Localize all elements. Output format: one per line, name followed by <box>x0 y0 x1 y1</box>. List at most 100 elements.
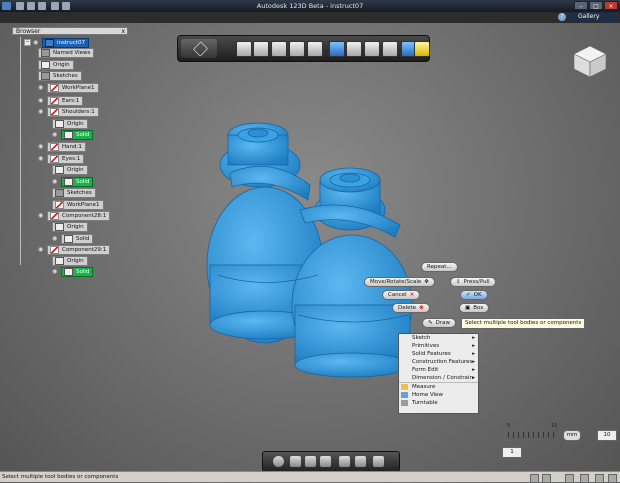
press-pull-button[interactable]: ⇪ Press/Pull <box>450 277 496 287</box>
tree-node[interactable]: Solid <box>61 129 94 140</box>
3d-model-viewport[interactable] <box>190 115 420 380</box>
tree-node[interactable]: Solid <box>61 266 94 277</box>
grid-size-input[interactable]: 10 <box>597 430 617 441</box>
material-icon[interactable] <box>414 41 430 57</box>
combine-icon[interactable] <box>364 41 380 57</box>
context-menu-item[interactable]: Dimension / Constrain ▸ <box>399 374 478 382</box>
visibility-eye-icon[interactable]: ◉ <box>52 235 59 242</box>
tree-row[interactable]: ◉ Component28:1 <box>38 210 111 221</box>
app-logo-icon[interactable] <box>181 39 217 58</box>
tree-row[interactable]: Origin <box>52 164 88 175</box>
context-menu-item[interactable]: Primitives ▸ <box>399 342 478 350</box>
orbit-icon[interactable] <box>305 456 316 467</box>
browser-close-icon[interactable]: x <box>121 28 125 36</box>
context-menu-item[interactable]: Home View <box>399 391 478 399</box>
visibility-eye-icon[interactable]: ◉ <box>52 178 59 185</box>
tree-node[interactable]: Eyes:1 <box>47 153 85 164</box>
context-menu-item[interactable]: Solid Features ▸ <box>399 350 478 358</box>
cancel-button[interactable]: Cancel ✕ <box>382 290 421 300</box>
tree-node[interactable]: instruct07 <box>42 37 89 48</box>
primitive-box-icon[interactable] <box>253 41 269 57</box>
tree-node[interactable]: Ears:1 <box>47 95 84 106</box>
collapse-icon[interactable]: − <box>24 39 31 46</box>
delete-button[interactable]: Delete ⊗ <box>392 303 430 313</box>
grid-step-input[interactable]: 1 <box>502 447 522 458</box>
repeat-button[interactable]: Repeat... <box>421 262 458 272</box>
construct-icon[interactable] <box>289 41 305 57</box>
tree-row[interactable]: Origin <box>52 118 88 129</box>
grouping-icon[interactable] <box>346 41 362 57</box>
visibility-eye-icon[interactable]: ◉ <box>52 268 59 275</box>
units-selector[interactable]: mm <box>563 430 581 441</box>
tree-row[interactable]: Origin <box>52 255 88 266</box>
tree-row[interactable]: Origin <box>52 221 88 232</box>
tree-row[interactable]: − ◉ instruct07 <box>24 37 89 48</box>
modify-icon[interactable] <box>307 41 323 57</box>
tree-node[interactable]: Origin <box>38 59 74 70</box>
tree-row[interactable]: ◉ Ears:1 <box>38 95 84 106</box>
tree-row[interactable]: ◉ Solid <box>52 233 94 244</box>
tree-node[interactable]: Sketches <box>38 70 82 81</box>
visibility-eye-icon[interactable]: ◉ <box>38 108 45 115</box>
help-icon[interactable]: ? <box>558 13 566 21</box>
visibility-eye-icon[interactable]: ◉ <box>38 143 45 150</box>
context-menu-item[interactable]: Form Edit ▸ <box>399 366 478 374</box>
tree-row[interactable]: Sketches <box>38 70 82 81</box>
tree-node[interactable]: Hand:1 <box>47 141 86 152</box>
tree-node[interactable]: WorkPlane1 <box>47 82 99 93</box>
ok-button[interactable]: ✔ OK <box>460 290 488 300</box>
tree-row[interactable]: ◉ Hand:1 <box>38 141 86 152</box>
tree-node[interactable]: Component28:1 <box>47 210 111 221</box>
tree-node[interactable]: Origin <box>52 118 88 129</box>
tree-node[interactable]: Origin <box>52 221 88 232</box>
visibility-eye-icon[interactable]: ◉ <box>38 212 45 219</box>
transform-icon[interactable] <box>236 41 252 57</box>
tree-row[interactable]: ◉ Shoulders:1 <box>38 106 99 117</box>
tree-node[interactable]: Shoulders:1 <box>47 106 99 117</box>
fit-icon[interactable] <box>355 456 366 467</box>
minimize-button[interactable]: – <box>574 1 588 10</box>
zoom-icon[interactable] <box>320 456 331 467</box>
context-menu-item[interactable]: Sketch ▸ <box>399 334 478 342</box>
steering-wheel-icon[interactable] <box>273 456 284 467</box>
pan-icon[interactable] <box>290 456 301 467</box>
context-menu-item[interactable]: Construction Features ▸ <box>399 358 478 366</box>
pattern-icon[interactable] <box>329 41 345 57</box>
sketch-icon[interactable] <box>271 41 287 57</box>
look-at-icon[interactable] <box>373 456 384 467</box>
tree-row[interactable]: Sketches <box>52 187 96 198</box>
tree-row[interactable]: Origin <box>38 59 74 70</box>
visibility-eye-icon[interactable]: ◉ <box>33 39 40 46</box>
draw-button[interactable]: ✎ Draw <box>422 318 456 328</box>
tree-node[interactable]: Sketches <box>52 187 96 198</box>
tree-node[interactable]: Origin <box>52 164 88 175</box>
visibility-eye-icon[interactable]: ◉ <box>38 97 45 104</box>
tree-node[interactable]: Origin <box>52 255 88 266</box>
tree-row[interactable]: ◉ WorkPlane1 <box>38 82 99 93</box>
close-button[interactable]: × <box>604 1 618 10</box>
tree-row[interactable]: Named Views <box>38 47 95 58</box>
tree-row[interactable]: ◉ Solid <box>52 176 94 187</box>
gallery-button[interactable]: Gallery <box>568 12 618 22</box>
tree-node[interactable]: Solid <box>61 233 94 244</box>
view-style-icon[interactable] <box>339 456 350 467</box>
tree-node[interactable]: WorkPlane1 <box>52 199 104 210</box>
visibility-eye-icon[interactable]: ◉ <box>52 131 59 138</box>
viewcube-icon[interactable] <box>572 44 608 78</box>
tree-node[interactable]: Solid <box>61 176 94 187</box>
measure-icon[interactable] <box>382 41 398 57</box>
visibility-eye-icon[interactable]: ◉ <box>38 155 45 162</box>
visibility-eye-icon[interactable]: ◉ <box>38 246 45 253</box>
tree-row[interactable]: ◉ Component29:1 <box>38 244 111 255</box>
tree-row[interactable]: WorkPlane1 <box>52 199 104 210</box>
tree-row[interactable]: ◉ Solid <box>52 129 94 140</box>
grid-ruler[interactable] <box>508 432 558 438</box>
tree-node[interactable]: Named Views <box>38 47 95 58</box>
tree-node[interactable]: Component29:1 <box>47 244 111 255</box>
maximize-button[interactable]: □ <box>589 1 603 10</box>
move-rotate-scale-button[interactable]: Move/Rotate/Scale ✥ <box>364 277 435 287</box>
tree-row[interactable]: ◉ Eyes:1 <box>38 153 85 164</box>
tree-row[interactable]: ◉ Solid <box>52 266 94 277</box>
context-menu-item[interactable]: Measure <box>399 382 478 391</box>
context-menu-item[interactable]: Turntable <box>399 399 478 407</box>
